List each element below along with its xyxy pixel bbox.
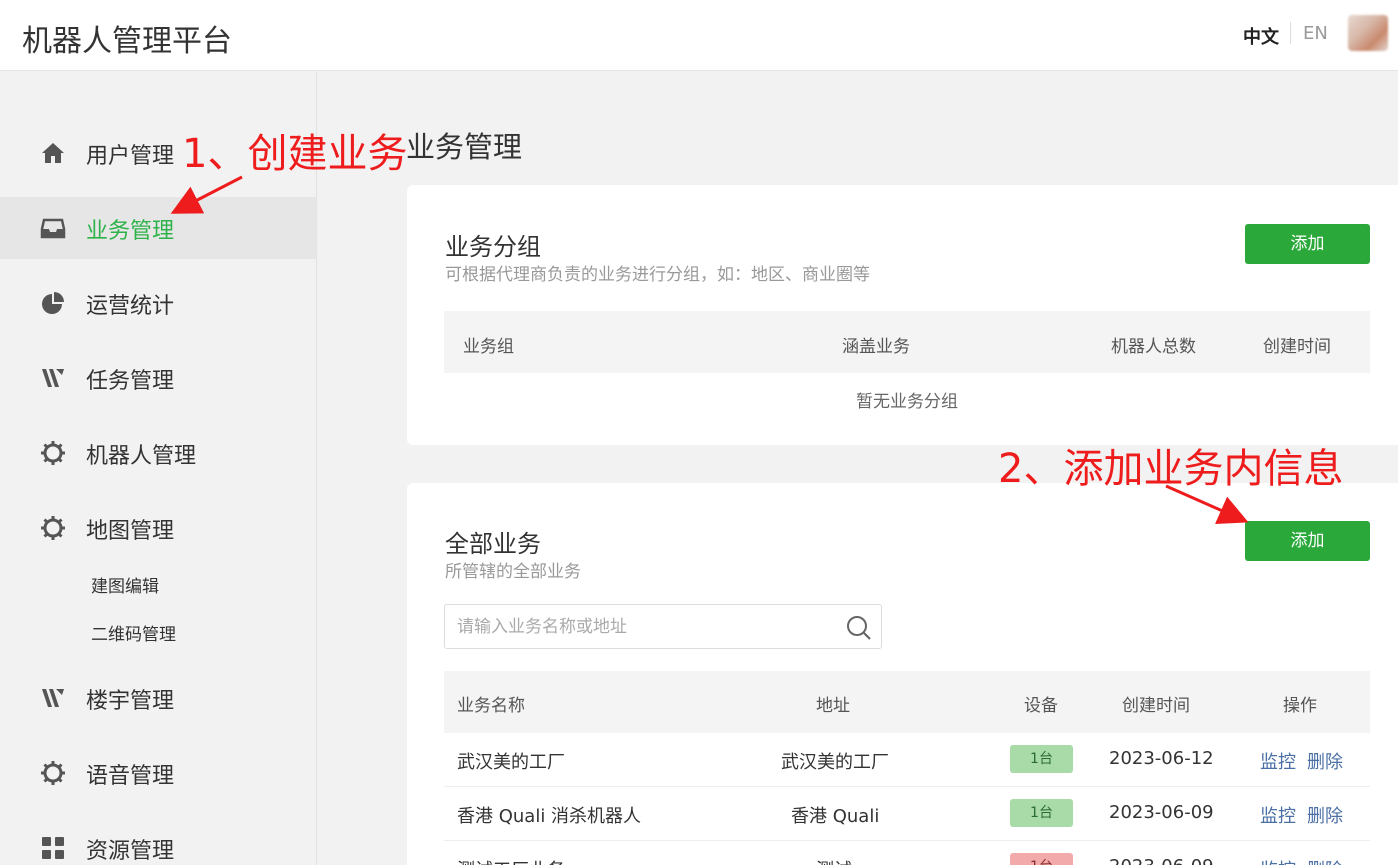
delete-link[interactable]: 删除 — [1307, 748, 1343, 774]
sidebar-subitem-qrcode[interactable]: 二维码管理 — [91, 620, 176, 645]
sidebar-item-tasks[interactable]: 任务管理 — [0, 347, 316, 409]
page-title: 业务管理 — [406, 130, 523, 164]
card-title: 全部业务 — [445, 530, 541, 558]
sidebar-item-label: 资源管理 — [86, 839, 175, 864]
card-description: 可根据代理商负责的业务进行分组，如：地区、商业圈等 — [445, 265, 870, 285]
business-name: 香港 Quali 消杀机器人 — [457, 806, 642, 827]
delete-link[interactable]: 删除 — [1307, 802, 1343, 828]
column-header: 创建时间 — [1263, 337, 1331, 357]
gear-icon — [41, 516, 65, 540]
grid-icon — [42, 837, 64, 859]
column-header: 操作 — [1283, 696, 1317, 716]
business-name: 测试工厂业务 — [457, 856, 565, 865]
column-header: 业务名称 — [457, 696, 525, 716]
avatar[interactable] — [1348, 15, 1388, 51]
business-address: 测试 — [816, 856, 852, 865]
device-badge: 1台 — [1010, 799, 1073, 827]
lang-en-button[interactable]: EN — [1303, 23, 1328, 44]
column-header: 涵盖业务 — [842, 337, 910, 357]
sidebar-item-resources[interactable]: 资源管理 — [0, 817, 316, 865]
sidebar-item-buildings[interactable]: 楼宇管理 — [0, 667, 316, 729]
search-icon[interactable] — [845, 614, 873, 642]
device-badge: 1台 — [1010, 745, 1073, 773]
sidebar: 用户管理 业务管理 运营统计 任务管理 机器人管理 地图管理 建图编辑 二维码管… — [0, 72, 317, 865]
sidebar-item-label: 运营统计 — [86, 294, 175, 319]
search-box — [444, 604, 882, 649]
column-header: 创建时间 — [1122, 696, 1190, 716]
groups-table-header: 业务组 涵盖业务 机器人总数 创建时间 — [444, 311, 1370, 373]
lang-divider — [1290, 22, 1291, 44]
sidebar-item-label: 楼宇管理 — [86, 689, 175, 714]
monitor-link[interactable]: 监控 — [1260, 748, 1296, 774]
sidebar-item-voice[interactable]: 语音管理 — [0, 742, 316, 804]
sidebar-item-label: 任务管理 — [86, 369, 175, 394]
tasks-icon — [42, 369, 64, 387]
column-header: 设备 — [1024, 696, 1058, 716]
business-address: 武汉美的工厂 — [781, 752, 889, 773]
column-header: 机器人总数 — [1111, 337, 1196, 357]
table-row: 武汉美的工厂 武汉美的工厂 1台 2023-06-12 监控 删除 — [444, 733, 1370, 787]
add-group-button[interactable]: 添加 — [1245, 224, 1370, 264]
sidebar-item-label: 地图管理 — [86, 519, 175, 544]
pie-chart-icon — [42, 292, 64, 314]
monitor-link[interactable]: 监控 — [1260, 802, 1296, 828]
sidebar-item-stats[interactable]: 运营统计 — [0, 272, 316, 334]
gear-icon — [41, 761, 65, 785]
column-header: 地址 — [816, 696, 850, 716]
table-row: 测试工厂业务 测试 1台 2023-06-09 监控 删除 — [444, 841, 1370, 865]
sidebar-subitem-map-edit[interactable]: 建图编辑 — [91, 572, 159, 597]
business-table-header: 业务名称 地址 设备 创建时间 操作 — [444, 671, 1370, 733]
lang-zh-button[interactable]: 中文 — [1243, 23, 1279, 49]
tasks-icon — [42, 689, 64, 707]
device-badge: 1台 — [1010, 853, 1073, 865]
monitor-link[interactable]: 监控 — [1260, 856, 1296, 865]
delete-link[interactable]: 删除 — [1307, 856, 1343, 865]
created-date: 2023-06-09 — [1109, 856, 1214, 865]
sidebar-item-label: 机器人管理 — [86, 444, 197, 469]
top-bar: 机器人管理平台 中文 EN — [0, 0, 1398, 71]
home-icon — [42, 143, 64, 163]
card-description: 所管辖的全部业务 — [445, 562, 581, 582]
business-name: 武汉美的工厂 — [457, 752, 565, 773]
column-header: 业务组 — [463, 337, 514, 357]
sidebar-item-business[interactable]: 业务管理 — [0, 197, 316, 259]
business-groups-card: 业务分组 可根据代理商负责的业务进行分组，如：地区、商业圈等 添加 业务组 涵盖… — [407, 185, 1398, 445]
gear-icon — [41, 441, 65, 465]
search-input[interactable] — [457, 615, 837, 639]
annotation-step2: 2、添加业务内信息 — [998, 446, 1344, 492]
add-business-button[interactable]: 添加 — [1245, 521, 1370, 561]
sidebar-item-robots[interactable]: 机器人管理 — [0, 422, 316, 484]
sidebar-item-label: 业务管理 — [86, 219, 175, 244]
inbox-icon — [40, 218, 66, 239]
business-address: 香港 Quali — [791, 806, 880, 827]
sidebar-item-label: 语音管理 — [86, 764, 175, 789]
all-business-card: 全部业务 所管辖的全部业务 添加 业务名称 地址 设备 创建时间 操作 武汉美的… — [407, 483, 1398, 865]
created-date: 2023-06-09 — [1109, 802, 1214, 823]
sidebar-item-maps[interactable]: 地图管理 — [0, 497, 316, 559]
empty-state-text: 暂无业务分组 — [856, 392, 958, 412]
sidebar-item-label: 用户管理 — [86, 144, 175, 169]
card-title: 业务分组 — [445, 233, 541, 261]
created-date: 2023-06-12 — [1109, 748, 1214, 769]
annotation-step1: 1、创建业务 — [182, 131, 408, 177]
table-row: 香港 Quali 消杀机器人 香港 Quali 1台 2023-06-09 监控… — [444, 787, 1370, 841]
app-title: 机器人管理平台 — [22, 24, 232, 59]
